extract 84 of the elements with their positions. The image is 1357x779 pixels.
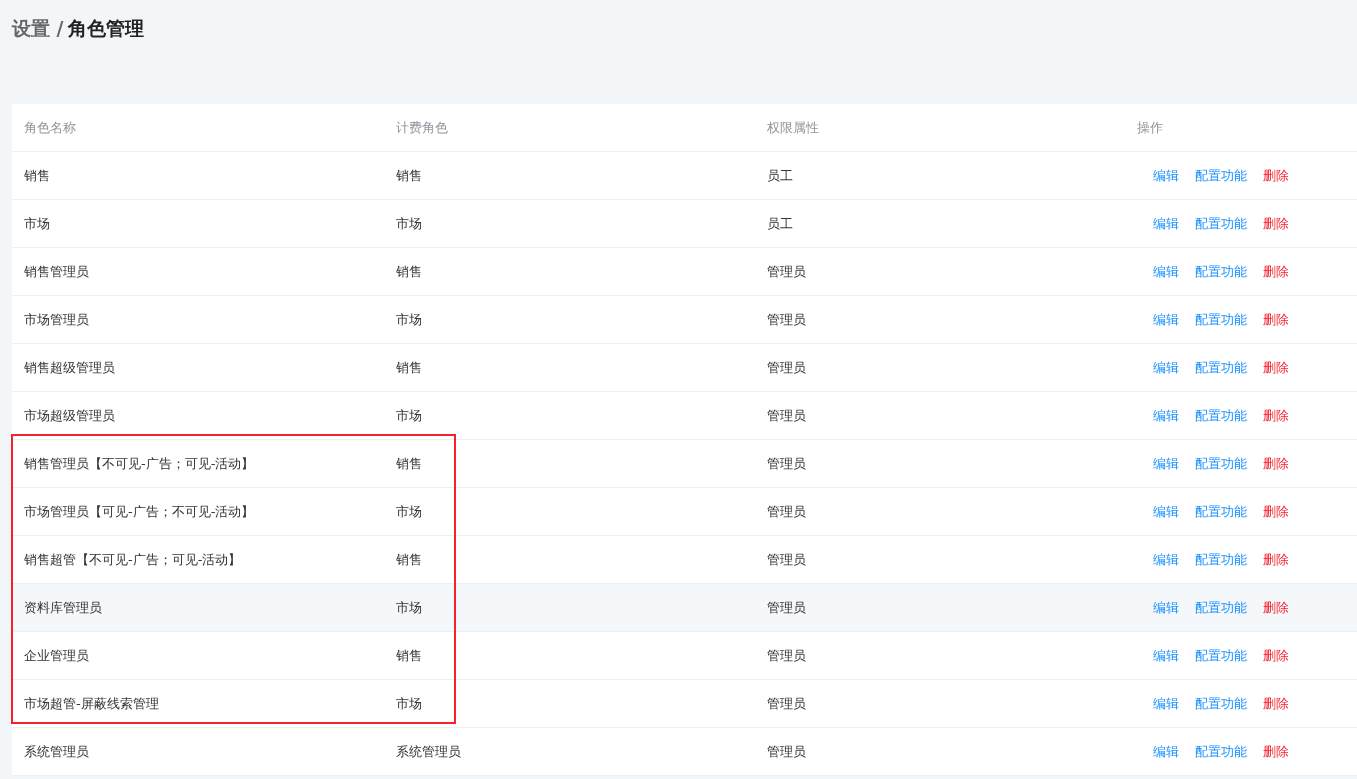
delete-link[interactable]: 删除 <box>1263 213 1289 234</box>
action-link[interactable]: 编辑 <box>1153 501 1179 522</box>
delete-link[interactable]: 删除 <box>1263 645 1289 666</box>
delete-link[interactable]: 删除 <box>1263 405 1289 426</box>
action-link[interactable]: 编辑 <box>1153 309 1179 330</box>
action-link[interactable]: 配置功能 <box>1195 693 1247 714</box>
table-cell: 管理员 <box>767 359 806 375</box>
table-cell: 管理员 <box>767 455 806 471</box>
column-header: 计费角色 <box>396 119 448 135</box>
delete-link[interactable]: 删除 <box>1263 165 1289 186</box>
table-cell: 市场 <box>24 215 50 231</box>
table-cell: 销售 <box>396 167 422 183</box>
table-cell: 市场 <box>396 599 422 615</box>
action-link[interactable]: 配置功能 <box>1195 213 1247 234</box>
action-link[interactable]: 配置功能 <box>1195 645 1247 666</box>
table-cell: 销售管理员【不可见-广告；可见-活动】 <box>24 455 255 471</box>
table-cell: 员工 <box>767 167 793 183</box>
delete-link[interactable]: 删除 <box>1263 501 1289 522</box>
table-cell: 销售 <box>396 551 422 567</box>
action-link[interactable]: 配置功能 <box>1195 357 1247 378</box>
table-cell: 市场 <box>396 311 422 327</box>
action-link[interactable]: 配置功能 <box>1195 261 1247 282</box>
table-cell: 管理员 <box>767 551 806 567</box>
table-cell: 管理员 <box>767 647 806 663</box>
table-cell: 销售 <box>396 647 422 663</box>
table-cell: 市场 <box>396 695 422 711</box>
delete-link[interactable]: 删除 <box>1263 741 1289 762</box>
table-cell: 销售超管【不可见-广告；可见-活动】 <box>24 551 242 567</box>
delete-link[interactable]: 删除 <box>1263 357 1289 378</box>
delete-link[interactable]: 删除 <box>1263 693 1289 714</box>
action-link[interactable]: 配置功能 <box>1195 597 1247 618</box>
table-cell: 销售 <box>24 167 50 183</box>
table-cell: 市场超级管理员 <box>24 407 115 423</box>
delete-link[interactable]: 删除 <box>1263 309 1289 330</box>
table-cell: 市场 <box>396 407 422 423</box>
table-cell: 管理员 <box>767 503 806 519</box>
table-cell: 系统管理员 <box>396 743 461 759</box>
column-header: 权限属性 <box>767 119 819 135</box>
table-cell: 市场超管-屏蔽线索管理 <box>24 695 159 711</box>
action-link[interactable]: 配置功能 <box>1195 165 1247 186</box>
table-cell: 员工 <box>767 215 793 231</box>
table-cell: 销售 <box>396 455 422 471</box>
table-cell: 管理员 <box>767 743 806 759</box>
table-cell: 销售管理员 <box>24 263 89 279</box>
action-link[interactable]: 配置功能 <box>1195 549 1247 570</box>
table-cell: 管理员 <box>767 599 806 615</box>
action-link[interactable]: 配置功能 <box>1195 405 1247 426</box>
table-cell: 销售超级管理员 <box>24 359 115 375</box>
table-cell: 管理员 <box>767 311 806 327</box>
table-cell: 管理员 <box>767 695 806 711</box>
action-link[interactable]: 编辑 <box>1153 357 1179 378</box>
table-cell: 资料库管理员 <box>24 599 102 615</box>
action-link[interactable]: 配置功能 <box>1195 741 1247 762</box>
table-cell: 市场管理员 <box>24 311 89 327</box>
page-title: 角色管理 <box>67 16 144 41</box>
delete-link[interactable]: 删除 <box>1263 549 1289 570</box>
action-link[interactable]: 编辑 <box>1153 597 1179 618</box>
table-cell: 企业管理员 <box>24 647 89 663</box>
table-cell: 市场管理员【可见-广告；不可见-活动】 <box>24 503 255 519</box>
table-cell: 管理员 <box>767 407 806 423</box>
table-cell: 市场 <box>396 503 422 519</box>
action-link[interactable]: 编辑 <box>1153 549 1179 570</box>
delete-link[interactable]: 删除 <box>1263 453 1289 474</box>
action-link[interactable]: 配置功能 <box>1195 309 1247 330</box>
action-link[interactable]: 编辑 <box>1153 645 1179 666</box>
action-link[interactable]: 配置功能 <box>1195 501 1247 522</box>
column-header: 角色名称 <box>24 119 76 135</box>
breadcrumb-link[interactable]: 设置 / <box>12 14 64 43</box>
table-cell: 市场 <box>396 215 422 231</box>
table-cell: 系统管理员 <box>24 743 89 759</box>
action-link[interactable]: 编辑 <box>1153 693 1179 714</box>
table-cell: 销售 <box>396 359 422 375</box>
action-link[interactable]: 编辑 <box>1153 405 1179 426</box>
table-cell: 销售 <box>396 263 422 279</box>
delete-link[interactable]: 删除 <box>1263 261 1289 282</box>
action-link[interactable]: 编辑 <box>1153 213 1179 234</box>
action-link[interactable]: 编辑 <box>1153 453 1179 474</box>
delete-link[interactable]: 删除 <box>1263 597 1289 618</box>
column-header: 操作 <box>1137 119 1163 135</box>
action-link[interactable]: 编辑 <box>1153 261 1179 282</box>
action-link[interactable]: 编辑 <box>1153 741 1179 762</box>
action-link[interactable]: 配置功能 <box>1195 453 1247 474</box>
action-link[interactable]: 编辑 <box>1153 165 1179 186</box>
table-cell: 管理员 <box>767 263 806 279</box>
